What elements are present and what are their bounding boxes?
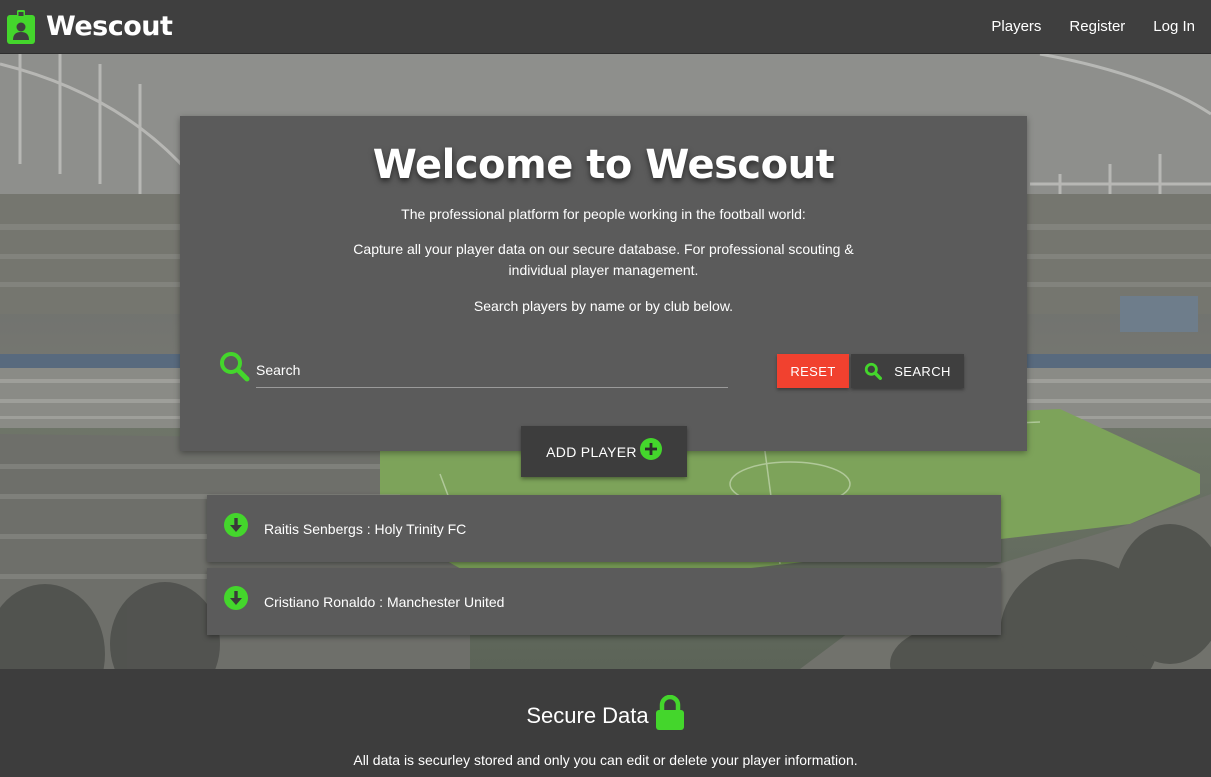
plus-circle-icon (639, 437, 662, 460)
nav-links: Players Register Log In (963, 18, 1195, 35)
reset-button-label: RESET (790, 363, 836, 379)
lock-icon (655, 695, 684, 730)
navbar: Wescout Players Register Log In (0, 0, 1211, 54)
secure-data-heading: Secure Data (0, 695, 1211, 731)
brand-link[interactable]: Wescout (7, 9, 173, 44)
id-badge-icon (7, 9, 35, 44)
welcome-capture-text: Capture all your player data on our secu… (353, 241, 854, 278)
secure-data-section: Secure Data All data is securley stored … (0, 669, 1211, 777)
search-form: RESET SEARCH (218, 348, 988, 398)
player-name-club: Raitis Senbergs : Holy Trinity FC (264, 520, 467, 537)
welcome-intro: The professional platform for people wor… (401, 206, 806, 222)
search-button[interactable]: SEARCH (851, 354, 964, 388)
search-button-label: SEARCH (894, 363, 951, 379)
nav-link-players[interactable]: Players (991, 18, 1041, 35)
reset-button[interactable]: RESET (777, 354, 849, 388)
welcome-title: Welcome to Wescout (372, 142, 835, 188)
brand-name: Wescout (46, 11, 173, 42)
secure-data-text: All data is securley stored and only you… (353, 752, 858, 768)
nav-link-register[interactable]: Register (1069, 18, 1125, 35)
add-player-button[interactable]: ADD PLAYER (521, 426, 687, 477)
player-list-item[interactable]: Raitis Senbergs : Holy Trinity FC (207, 495, 1001, 562)
nav-link-login[interactable]: Log In (1153, 18, 1195, 35)
arrow-down-circle-icon[interactable] (224, 512, 248, 537)
player-list-item[interactable]: Cristiano Ronaldo : Manchester United (207, 568, 1001, 635)
arrow-down-circle-icon[interactable] (224, 585, 248, 610)
welcome-card: Welcome to Wescout The professional plat… (180, 116, 1027, 451)
player-name-club: Cristiano Ronaldo : Manchester United (264, 593, 505, 610)
welcome-search-hint: Search players by name or by club below. (473, 298, 734, 314)
secure-data-title: Secure Data (526, 703, 649, 728)
search-icon (865, 362, 883, 380)
search-input[interactable] (256, 352, 728, 388)
search-icon (220, 352, 250, 382)
add-player-label: ADD PLAYER (546, 443, 637, 460)
